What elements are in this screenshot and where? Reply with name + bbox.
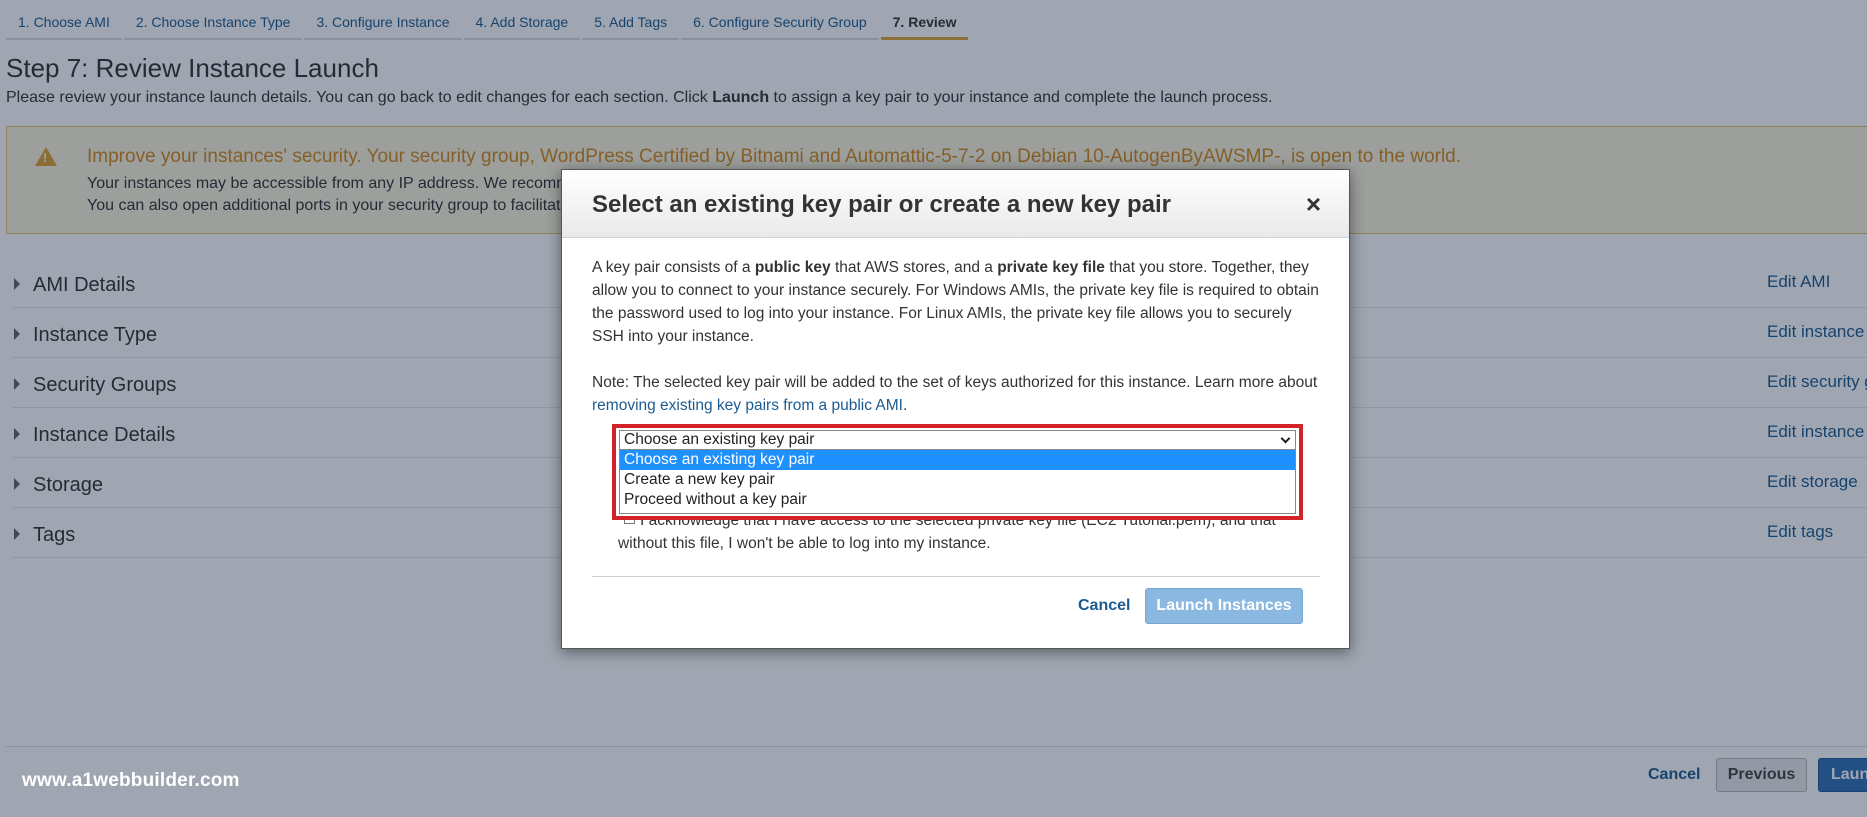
key-pair-options-list: Choose an existing key pair Create a new… [619, 449, 1296, 514]
dialog-header: Select an existing key pair or create a … [562, 170, 1349, 238]
launch-instances-button[interactable]: Launch Instances [1145, 588, 1303, 624]
close-icon[interactable]: × [1306, 191, 1321, 217]
key-pair-explanation: A key pair consists of a public key that… [592, 256, 1327, 348]
dialog-divider [592, 576, 1320, 577]
key-pair-note: Note: The selected key pair will be adde… [592, 371, 1327, 417]
option-proceed-without[interactable]: Proceed without a key pair [620, 490, 1295, 510]
explanation-text: that AWS stores, and a [830, 259, 998, 276]
note-text: Note: The selected key pair will be adde… [592, 374, 1318, 391]
watermark: www.a1webbuilder.com [22, 770, 240, 791]
dialog-cancel-link[interactable]: Cancel [1078, 597, 1130, 615]
public-key-term: public key [754, 259, 831, 276]
dialog-title: Select an existing key pair or create a … [592, 191, 1171, 218]
key-pair-select-value: Choose an existing key pair [624, 431, 815, 448]
option-create-new[interactable]: Create a new key pair [620, 470, 1295, 490]
chevron-down-icon [1280, 433, 1291, 444]
removing-key-pairs-link[interactable]: removing existing key pairs from a publi… [592, 397, 903, 414]
note-text-end: . [902, 397, 908, 414]
key-pair-dialog: Select an existing key pair or create a … [561, 169, 1350, 649]
private-key-term: private key file [997, 259, 1105, 276]
key-pair-select[interactable]: Choose an existing key pair [619, 430, 1296, 450]
option-choose-existing[interactable]: Choose an existing key pair [620, 450, 1295, 470]
explanation-text: A key pair consists of a [592, 259, 755, 276]
